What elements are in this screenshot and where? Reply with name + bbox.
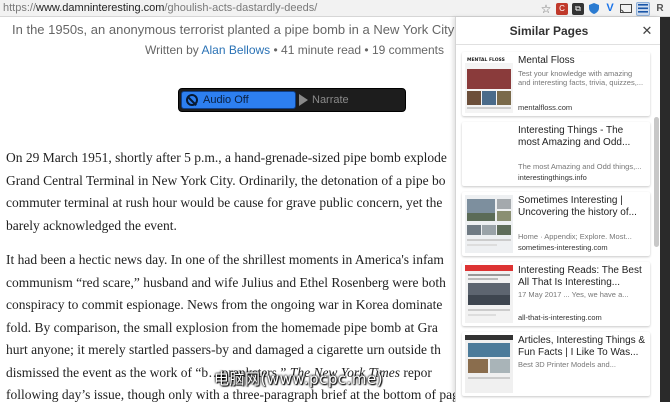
play-icon [299,94,308,106]
card-title[interactable]: Interesting Things - The most Amazing an… [518,125,646,149]
card-domain: all-that-is-interesting.com [518,313,602,322]
similar-page-card[interactable]: Interesting Things - The most Amazing an… [462,122,650,186]
paragraph-line: Grand Central Terminal in New York City.… [6,172,446,188]
url-host: www.damninteresting.com [36,2,165,14]
shield-extension-icon[interactable] [588,3,600,15]
toolbar-icons: ☆ C ⧉ V R [540,1,666,16]
card-description: Best 3D Printer Models and... [518,360,616,369]
extension-v-icon[interactable]: V [604,3,616,15]
audio-off-button[interactable]: Audio Off [181,91,296,109]
similar-pages-panel: Similar Pages ✕ MENTAL FLOSS Mental Flos… [455,17,661,402]
url-scheme: https:// [3,2,37,14]
article-lede: In the 1950s, an anonymous terrorist pla… [12,22,455,37]
author-link[interactable]: Alan Bellows [201,43,270,57]
card-thumbnail [465,265,513,323]
similar-pages-extension-icon[interactable] [636,1,650,16]
ban-icon [186,94,198,106]
byline-prefix: Written by [145,43,202,57]
paragraph-line: fold. By comparison, the small explosion… [6,319,438,335]
panel-header: Similar Pages ✕ [456,17,661,45]
address-bar[interactable]: https://www.damninteresting.com/ghoulish… [3,2,317,14]
card-domain: interestingthings.info [518,173,587,182]
card-title[interactable]: Articles, Interesting Things & Fun Facts… [518,335,646,359]
paragraph-line: On 29 March 1951, shortly after 5 p.m., … [6,150,447,165]
panel-scrollbar[interactable] [654,117,659,247]
narrate-label: Narrate [312,94,349,106]
similar-page-card[interactable]: Interesting Reads: The Best All That Is … [462,262,650,326]
audio-player: Audio Off Narrate [178,88,406,112]
card-domain: mentalfloss.com [518,103,573,112]
byline-meta: • 41 minute read • 19 comments [270,43,445,57]
card-description: The most Amazing and Odd things,... [518,162,642,171]
panel-title: Similar Pages [509,24,589,38]
paragraph-line: barely acknowledged the event. [6,217,177,233]
card-title[interactable]: Mental Floss [518,55,646,67]
url-path: /ghoulish-acts-dastardly-deeds/ [164,2,318,14]
paragraph-line: It had been a hectic news day. In one of… [6,252,444,267]
paragraph-line: conspiracy to commit espionage. News fro… [6,297,443,312]
similar-page-card[interactable]: Articles, Interesting Things & Fun Facts… [462,332,650,396]
card-description: Test your knowledge with amazing and int… [518,69,644,87]
card-domain: sometimes-interesting.com [518,243,608,252]
audio-off-label: Audio Off [203,94,249,106]
similar-page-card[interactable]: MENTAL FLOSS Mental Floss Test your know… [462,52,650,116]
article-content: In the 1950s, an anonymous terrorist pla… [0,17,455,402]
card-thumbnail [465,125,513,183]
article-byline: Written by Alan Bellows • 41 minute read… [145,43,444,57]
card-thumbnail: MENTAL FLOSS [465,55,513,113]
browser-toolbar: https://www.damninteresting.com/ghoulish… [0,0,670,17]
card-description: Home · Appendix; Explore. Most... [518,232,632,241]
extension-r-icon[interactable]: R [654,3,666,15]
cast-icon[interactable] [620,3,632,15]
card-thumbnail [465,195,513,253]
close-icon[interactable]: ✕ [640,24,654,38]
paragraph-line: hurt anyone; it merely startled passers-… [6,342,441,357]
paragraph-line: communism “red scare,” husband and wife … [6,274,446,290]
thumb-label: MENTAL FLOSS [467,57,505,63]
card-description: 17 May 2017 ... Yes, we have a... [518,290,629,299]
card-title[interactable]: Sometimes Interesting | Uncovering the h… [518,195,646,219]
window-edge [660,17,670,402]
paragraph-1: On 29 March 1951, shortly after 5 p.m., … [6,147,455,237]
similar-page-card[interactable]: Sometimes Interesting | Uncovering the h… [462,192,650,256]
extension-dark-icon[interactable]: ⧉ [572,2,584,15]
bookmark-star-icon[interactable]: ☆ [540,3,552,15]
card-title[interactable]: Interesting Reads: The Best All That Is … [518,265,646,289]
line-part: dismissed the event as the work of “b [6,364,209,380]
paragraph-line: commuter terminal at rush hour would be … [6,195,443,210]
watermark: 电脑网(www.pcpc.me) [214,370,384,388]
card-thumbnail [465,335,513,393]
narrate-button[interactable]: Narrate [299,91,349,109]
extension-red-icon[interactable]: C [556,2,568,15]
line-part: repor [399,364,432,380]
